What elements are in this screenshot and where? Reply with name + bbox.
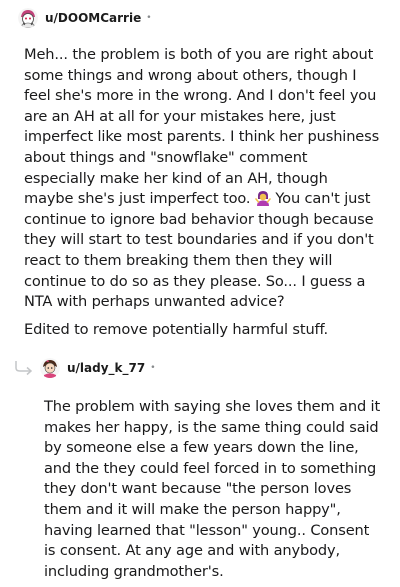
comment-paragraph: The problem with saying she loves them a… [44,398,381,580]
comment-header: u/lady_k_77 • [40,356,156,380]
woman-shrugging-emoji-icon [255,190,271,207]
comment-text: Meh... the problem is both of you are ri… [24,46,380,208]
reply-thread-arrow-icon [14,360,36,376]
username[interactable]: u/DOOMCarrie [45,11,141,25]
comment-header: u/DOOMCarrie • [18,6,152,30]
comment-paragraph: Meh... the problem is both of you are ri… [24,45,380,313]
comment-edit-note: Edited to remove potentially harmful stu… [24,320,328,338]
comment-body: Meh... the problem is both of you are ri… [24,45,380,340]
snoo-avatar-icon [40,358,60,378]
user-avatar[interactable] [18,8,38,28]
comment-text: You can't just continue to ignore bad be… [24,190,374,311]
username[interactable]: u/lady_k_77 [67,361,145,375]
user-avatar[interactable] [40,358,60,378]
comment-body: The problem with saying she loves them a… [44,397,384,582]
separator-dot: • [150,363,156,373]
snoo-avatar-icon [18,8,38,28]
separator-dot: • [146,13,152,23]
